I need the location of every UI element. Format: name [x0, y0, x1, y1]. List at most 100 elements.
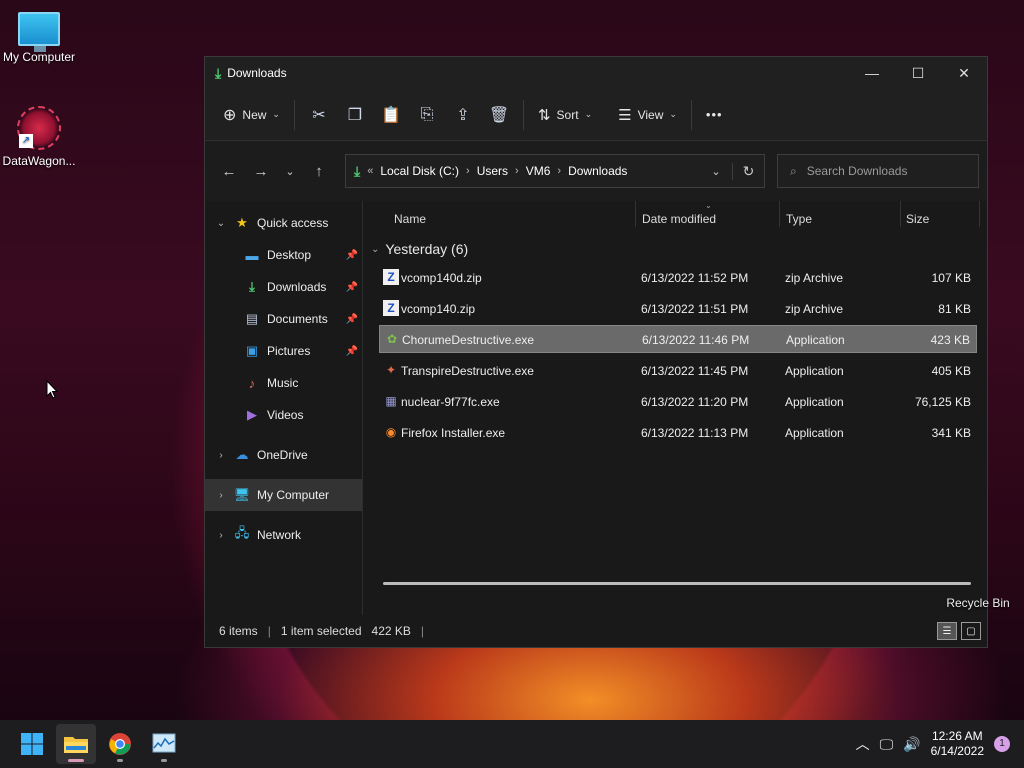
taskbar-chrome[interactable] — [100, 724, 140, 764]
chevron-right-icon[interactable]: › — [209, 450, 233, 461]
selection-size: 422 KB — [371, 624, 411, 638]
new-label: New — [242, 107, 267, 122]
file-row-selected[interactable]: ✿ ChorumeDestructive.exe 6/13/2022 11:46… — [379, 325, 977, 353]
column-divider[interactable] — [979, 201, 980, 227]
chevron-right-icon[interactable]: › — [209, 530, 233, 541]
pictures-icon: ▣ — [245, 343, 259, 358]
arrow-left-icon: ← — [221, 162, 237, 180]
file-row[interactable]: ✦ TranspireDestructive.exe 6/13/2022 11:… — [379, 357, 977, 385]
breadcrumb-users[interactable]: Users — [477, 164, 508, 178]
nav-item-music[interactable]: ♪ Music — [205, 367, 362, 399]
maximize-button[interactable]: ☐ — [895, 58, 941, 88]
file-size: 405 KB — [931, 364, 971, 378]
breadcrumb-downloads[interactable]: Downloads — [568, 164, 627, 178]
notification-badge[interactable]: 1 — [994, 736, 1010, 752]
overflow-chevron[interactable]: « — [367, 165, 373, 177]
search-box[interactable]: ⌕ Search Downloads — [777, 154, 979, 188]
taskbar-file-explorer[interactable] — [56, 724, 96, 764]
system-tray: ︿ 🖵 🔊 12:26 AM 6/14/2022 1 — [856, 729, 1010, 759]
arrow-up-icon: ↑ — [315, 162, 323, 180]
list-view-icon: ☰ — [618, 106, 632, 124]
file-row[interactable]: Z vcomp140.zip 6/13/2022 11:51 PM zip Ar… — [379, 295, 977, 323]
column-header-date[interactable]: Date modified — [642, 212, 716, 226]
details-view-button[interactable]: ☰ — [937, 622, 957, 640]
close-button[interactable]: ✕ — [941, 58, 987, 88]
nav-quick-access[interactable]: ⌄ ★ Quick access — [205, 207, 362, 239]
cut-button[interactable]: ✂ — [301, 98, 337, 132]
desktop-icon-datawagon[interactable]: ↗ DataWagon... — [1, 106, 77, 168]
nav-item-pictures[interactable]: ▣ Pictures 📌 — [205, 335, 362, 367]
share-button[interactable]: ⇪ — [445, 98, 481, 132]
file-row[interactable]: Z vcomp140d.zip 6/13/2022 11:52 PM zip A… — [379, 264, 977, 292]
horizontal-scrollbar[interactable] — [383, 582, 971, 585]
up-button[interactable]: ↑ — [303, 156, 335, 186]
title-bar: ⤓ Downloads — ☐ ✕ — [205, 57, 987, 89]
volume-icon[interactable]: 🔊 — [903, 736, 920, 753]
column-divider[interactable] — [900, 201, 901, 227]
copy-button[interactable]: ❐ — [337, 98, 373, 132]
file-row[interactable]: ◉ Firefox Installer.exe 6/13/2022 11:13 … — [379, 419, 977, 447]
pin-icon[interactable]: 📌 — [346, 346, 358, 357]
see-more-button[interactable]: ••• — [698, 98, 731, 132]
file-name: vcomp140d.zip — [401, 271, 482, 285]
nav-item-documents[interactable]: ▤ Documents 📌 — [205, 303, 362, 335]
large-icons-view-button[interactable]: ▢ — [961, 622, 981, 640]
column-headers: Name ⌄ Date modified Type Size — [363, 201, 987, 235]
nav-label: OneDrive — [257, 448, 308, 462]
nav-label: My Computer — [257, 488, 330, 502]
address-bar[interactable]: ⤓ « Local Disk (C:) › Users › VM6 › Down… — [345, 154, 765, 188]
rename-button[interactable]: ⎘ — [409, 98, 445, 132]
refresh-button[interactable]: ↻ — [732, 162, 764, 180]
command-bar: ⊕ New ⌄ ✂ ❐ 📋 ⎘ ⇪ 🗑 ⇅ Sort ⌄ ☰ View ⌄ ••… — [205, 89, 987, 141]
monitor-icon: 🖥 — [233, 487, 251, 502]
network-status-icon[interactable]: 🖵 — [880, 736, 894, 753]
delete-button[interactable]: 🗑 — [481, 98, 517, 132]
pin-icon[interactable]: 📌 — [346, 314, 358, 325]
forward-button[interactable]: → — [245, 156, 277, 186]
minimize-button[interactable]: — — [849, 58, 895, 88]
breadcrumb-local-disk[interactable]: Local Disk (C:) — [380, 164, 459, 178]
toolbar-divider — [690, 99, 692, 130]
desktop-icon-recycle-bin[interactable]: Recycle Bin — [940, 596, 1016, 610]
chevron-up-icon[interactable]: ︿ — [856, 734, 870, 754]
paste-button[interactable]: 📋 — [373, 98, 409, 132]
chevron-right-icon[interactable]: › — [209, 490, 233, 501]
column-divider[interactable] — [779, 201, 780, 227]
desktop-icon-my-computer[interactable]: My Computer — [1, 12, 77, 64]
file-size: 341 KB — [931, 426, 971, 440]
recent-locations-button[interactable]: ⌄ — [277, 156, 303, 186]
star-icon: ★ — [236, 215, 248, 230]
nav-item-desktop[interactable]: ▬ Desktop 📌 — [205, 239, 362, 271]
column-header-type[interactable]: Type — [786, 212, 812, 226]
new-button[interactable]: ⊕ New ⌄ — [215, 98, 288, 132]
file-name: TranspireDestructive.exe — [401, 364, 534, 378]
file-row[interactable]: ▦ nuclear-9f77fc.exe 6/13/2022 11:20 PM … — [379, 388, 977, 416]
nav-network[interactable]: › 🖧 Network — [205, 519, 362, 551]
start-button[interactable] — [12, 724, 52, 764]
running-indicator — [117, 759, 123, 762]
chevron-down-icon[interactable]: ⌄ — [209, 218, 233, 229]
nav-my-computer[interactable]: › 🖥 My Computer — [205, 479, 362, 511]
desktop-icon-label: Recycle Bin — [946, 596, 1010, 610]
nav-item-videos[interactable]: ▶ Videos — [205, 399, 362, 431]
breadcrumb-vm6[interactable]: VM6 — [526, 164, 551, 178]
pin-icon[interactable]: 📌 — [346, 282, 358, 293]
column-header-name[interactable]: Name — [394, 212, 426, 226]
nav-onedrive[interactable]: › ☁ OneDrive — [205, 439, 362, 471]
sort-button[interactable]: ⇅ Sort ⌄ — [530, 98, 600, 132]
mouse-cursor-icon — [46, 380, 58, 399]
back-button[interactable]: ← — [213, 156, 245, 186]
view-button[interactable]: ☰ View ⌄ — [610, 98, 685, 132]
column-header-size[interactable]: Size — [906, 212, 929, 226]
nav-item-downloads[interactable]: ⤓ Downloads 📌 — [205, 271, 362, 303]
chevron-down-icon: ⌄ — [272, 109, 280, 119]
clock[interactable]: 12:26 AM 6/14/2022 — [931, 729, 984, 759]
pin-icon[interactable]: 📌 — [346, 250, 358, 261]
column-divider[interactable] — [635, 201, 636, 227]
address-dropdown-button[interactable]: ⌄ — [700, 165, 732, 178]
chrome-icon — [109, 733, 131, 755]
nav-label: Network — [257, 528, 302, 542]
copy-icon: ❐ — [347, 106, 363, 124]
taskbar-task-manager[interactable] — [144, 724, 184, 764]
group-header-yesterday[interactable]: ⌄ Yesterday (6) — [363, 235, 987, 263]
